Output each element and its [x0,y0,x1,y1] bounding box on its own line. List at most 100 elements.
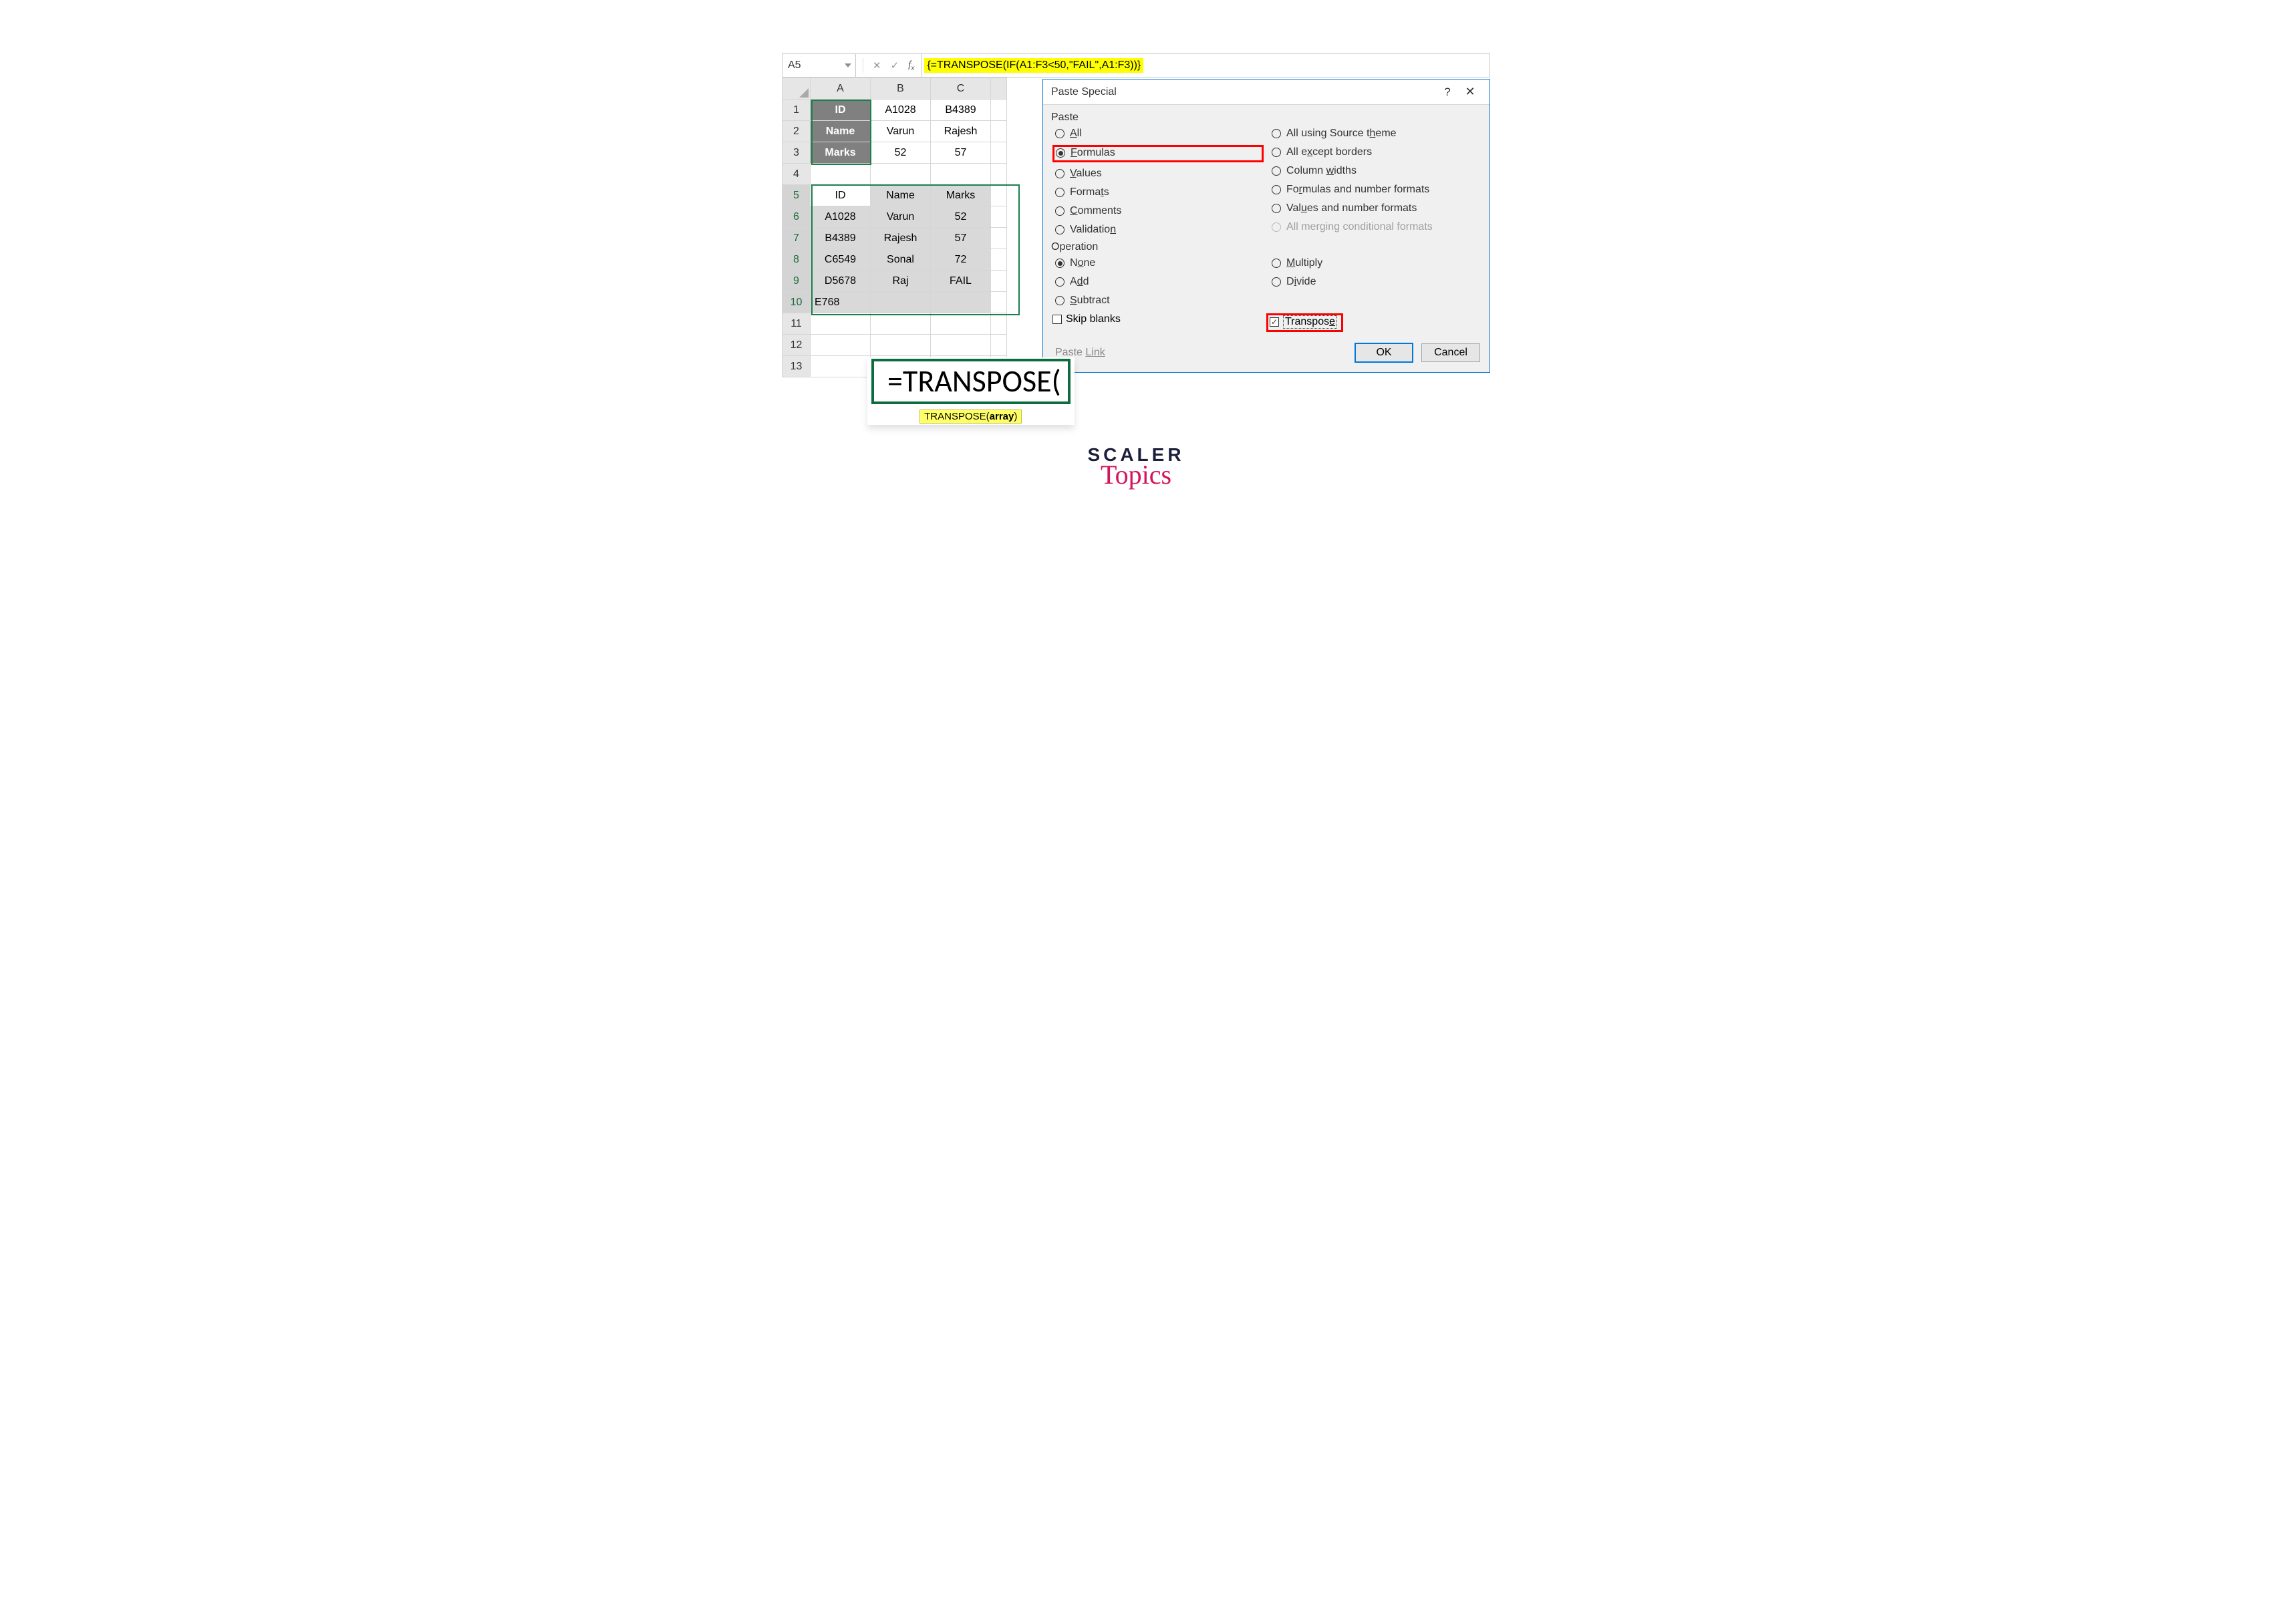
opt-except-borders[interactable]: All except borders [1269,145,1480,160]
cell[interactable] [811,313,871,335]
row-header[interactable]: 6 [783,206,811,228]
cell[interactable] [991,271,1007,292]
cell[interactable] [991,292,1007,313]
cell[interactable] [991,100,1007,121]
cell[interactable] [871,335,931,356]
col-header-b[interactable]: B [871,78,931,100]
cell[interactable]: A1028 [811,206,871,228]
cell[interactable] [871,292,931,313]
cell[interactable]: Sonal [871,249,931,271]
cell[interactable] [811,356,871,377]
row-header[interactable]: 13 [783,356,811,377]
opt-formulas[interactable]: Formulas [1056,147,1115,159]
opt-none[interactable]: None [1052,256,1264,271]
close-icon[interactable]: ✕ [1459,85,1481,99]
group-label-paste: Paste [1050,109,1483,125]
cancel-button[interactable]: Cancel [1421,343,1480,362]
cell[interactable]: Raj [871,271,931,292]
cell[interactable] [871,164,931,185]
cell[interactable] [871,313,931,335]
opt-all-theme[interactable]: All using Source theme [1269,126,1480,141]
cell[interactable]: FAIL [931,271,991,292]
cell[interactable]: 52 [871,142,931,164]
cancel-icon[interactable]: ✕ [873,59,881,71]
formula-zoom-overlay: =TRANSPOSE( TRANSPOSE(array) [867,357,1075,425]
cell[interactable] [991,121,1007,142]
cell[interactable] [991,313,1007,335]
col-header-c[interactable]: C [931,78,991,100]
cell[interactable]: ID [811,185,871,206]
formula-input[interactable]: {=TRANSPOSE(IF(A1:F3<50,"FAIL",A1:F3))} [921,54,1489,77]
opt-formats[interactable]: Formats [1052,185,1264,200]
row-header[interactable]: 12 [783,335,811,356]
opt-comments[interactable]: Comments [1052,204,1264,218]
name-box[interactable]: A5 [783,54,856,77]
cell[interactable]: B4389 [931,100,991,121]
select-all-corner[interactable] [783,78,811,100]
chk-skip-blanks[interactable]: Skip blanks [1052,313,1121,325]
formula-bar: A5 ✕ ✓ fx {=TRANSPOSE(IF(A1:F3<50,"FAIL"… [782,53,1490,77]
cell[interactable] [811,335,871,356]
row-header[interactable]: 4 [783,164,811,185]
row-header[interactable]: 11 [783,313,811,335]
cell[interactable]: 52 [931,206,991,228]
cell[interactable] [991,206,1007,228]
opt-form-num[interactable]: Formulas and number formats [1269,182,1480,197]
cell[interactable] [931,335,991,356]
cell[interactable]: C6549 [811,249,871,271]
cell[interactable] [991,335,1007,356]
cell[interactable] [931,164,991,185]
cell[interactable]: D5678 [811,271,871,292]
cell[interactable]: Varun [871,121,931,142]
cell[interactable] [991,164,1007,185]
opt-val-num[interactable]: Values and number formats [1269,201,1480,216]
cell[interactable]: 72 [931,249,991,271]
cell[interactable]: Rajesh [871,228,931,249]
cell[interactable]: Name [811,121,871,142]
cell[interactable]: B4389 [811,228,871,249]
enter-icon[interactable]: ✓ [891,59,899,71]
fx-icon[interactable]: fx [908,59,914,72]
opt-values[interactable]: Values [1052,166,1264,181]
cell[interactable] [991,249,1007,271]
opt-subtract[interactable]: Subtract [1052,293,1264,308]
opt-validation[interactable]: Validation [1052,222,1264,237]
cell[interactable] [931,313,991,335]
opt-col-widths[interactable]: Column widths [1269,164,1480,178]
opt-multiply[interactable]: Multiply [1269,256,1480,271]
ok-button[interactable]: OK [1355,343,1413,363]
opt-divide[interactable]: Divide [1269,275,1480,289]
cell[interactable]: A1028 [871,100,931,121]
cell[interactable]: Name [871,185,931,206]
col-header-a[interactable]: A [811,78,871,100]
checkbox-row: Skip blanks Transpose [1050,309,1483,336]
grid[interactable]: A B C 1 ID A1028 B4389 2 Name Varun Raje… [782,77,1007,377]
row-header[interactable]: 3 [783,142,811,164]
cell[interactable]: E768 [811,292,871,313]
row-header[interactable]: 2 [783,121,811,142]
row-header[interactable]: 8 [783,249,811,271]
cell[interactable]: Rajesh [931,121,991,142]
opt-all[interactable]: All [1052,126,1264,141]
cell[interactable]: Marks [811,142,871,164]
cell[interactable]: Marks [931,185,991,206]
excel-screenshot-composite: A5 ✕ ✓ fx {=TRANSPOSE(IF(A1:F3<50,"FAIL"… [782,53,1490,377]
row-header[interactable]: 1 [783,100,811,121]
cell[interactable]: 57 [931,142,991,164]
dropdown-icon[interactable] [845,63,851,67]
row-header[interactable]: 5 [783,185,811,206]
cell[interactable] [931,292,991,313]
cell[interactable]: 57 [931,228,991,249]
cell[interactable] [991,228,1007,249]
row-header[interactable]: 9 [783,271,811,292]
opt-add[interactable]: Add [1052,275,1264,289]
cell[interactable] [991,185,1007,206]
help-icon[interactable]: ? [1436,86,1459,99]
chk-transpose[interactable]: Transpose [1270,315,1337,329]
row-header[interactable]: 10 [783,292,811,313]
cell[interactable]: Varun [871,206,931,228]
row-header[interactable]: 7 [783,228,811,249]
cell[interactable]: ID [811,100,871,121]
cell[interactable] [811,164,871,185]
cell[interactable] [991,142,1007,164]
